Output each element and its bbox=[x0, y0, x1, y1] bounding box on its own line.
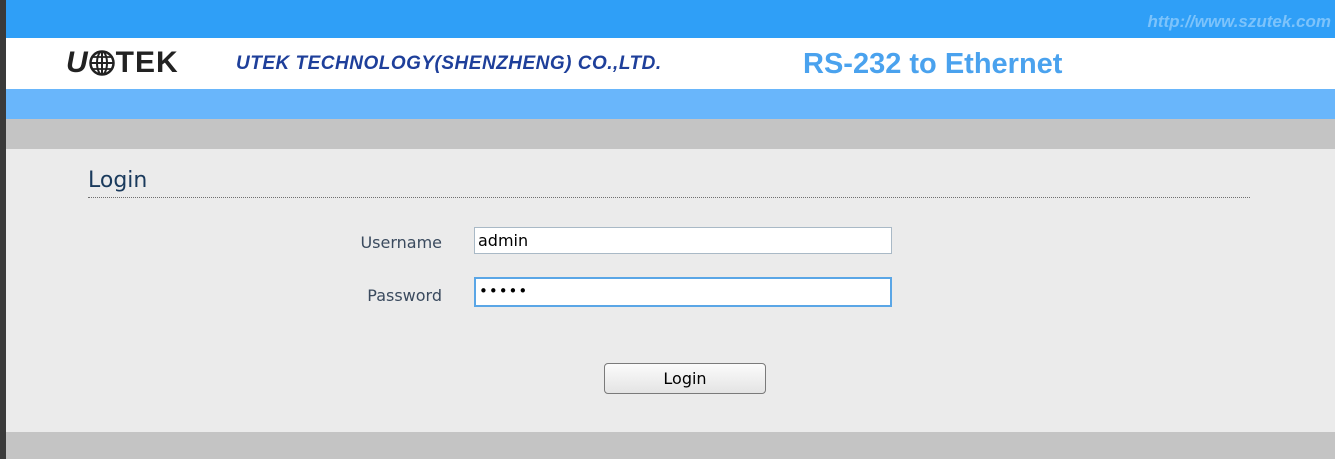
page-frame: http://www.szutek.com U TEK UTEK TECHNOL… bbox=[0, 0, 1335, 459]
product-name: RS-232 to Ethernet bbox=[803, 48, 1063, 80]
password-label: Password bbox=[367, 286, 442, 305]
subnav-band bbox=[6, 119, 1335, 149]
nav-band bbox=[6, 89, 1335, 119]
top-bar: http://www.szutek.com bbox=[6, 0, 1335, 38]
footer-band bbox=[6, 432, 1335, 459]
utek-logo: U TEK bbox=[66, 45, 179, 81]
password-input[interactable]: ••••• bbox=[474, 277, 892, 307]
globe-icon bbox=[88, 50, 115, 76]
title-divider bbox=[88, 197, 1250, 198]
login-button[interactable]: Login bbox=[604, 363, 766, 394]
logo-letter-u: U bbox=[66, 46, 88, 79]
logo-text-tek: TEK bbox=[115, 46, 179, 79]
username-input[interactable]: admin bbox=[474, 227, 892, 254]
username-label: Username bbox=[360, 233, 442, 252]
website-url: http://www.szutek.com bbox=[1147, 12, 1331, 31]
login-panel: Login Username admin Password ••••• Logi… bbox=[6, 149, 1335, 432]
company-name: UTEK TECHNOLOGY(SHENZHENG) CO.,LTD. bbox=[236, 53, 662, 74]
header: U TEK UTEK TECHNOLOGY(SHENZHENG) CO.,LTD… bbox=[6, 38, 1335, 89]
login-title: Login bbox=[88, 168, 148, 193]
